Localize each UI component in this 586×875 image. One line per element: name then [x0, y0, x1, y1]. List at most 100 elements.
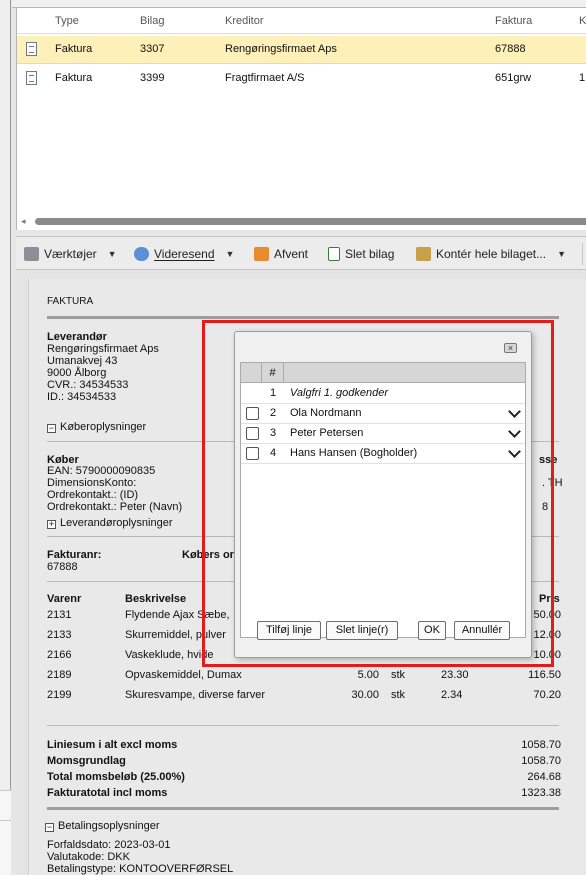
left-frame-strip: [0, 0, 11, 875]
supplier-line: CVR.: 34534533: [47, 379, 129, 391]
chevron-down-icon[interactable]: [508, 445, 521, 458]
delete-document-label: Slet bilag: [345, 247, 395, 261]
horizontal-scrollbar[interactable]: ◂: [17, 216, 586, 226]
add-line-button[interactable]: Tilføj linje: [257, 621, 321, 640]
payment-line: Betalingstype: KONTOOVERFØRSEL: [47, 863, 234, 875]
invoice-list: Type Bilag Kreditor Faktura K Faktura 33…: [16, 8, 586, 230]
scroll-left-arrow-icon[interactable]: ◂: [21, 216, 26, 227]
forward-icon: [134, 247, 149, 261]
approver-row: 1 Valgfri 1. godkender: [241, 384, 525, 404]
supplier-line: ID.: 34534533: [47, 391, 117, 403]
payment-info-toggle[interactable]: − Betalingsoplysninger: [45, 820, 160, 832]
line-description: Flydende Ajax Sæbe,: [125, 609, 230, 621]
delete-lines-button[interactable]: Slet linje(r): [326, 621, 398, 640]
column-header-kreditor[interactable]: Kreditor: [225, 15, 264, 27]
supplier-line: 9000 Ålborg: [47, 367, 107, 379]
address-label-fragment: sse: [539, 454, 558, 466]
reject-button[interactable]: Afvent: [254, 245, 308, 263]
chevron-down-icon[interactable]: [508, 405, 521, 418]
line-quantity: 5.00: [357, 669, 379, 681]
line-item-number: 2131: [47, 609, 72, 621]
approver-row[interactable]: 4 Hans Hansen (Bogholder): [241, 444, 525, 464]
approver-row[interactable]: 3 Peter Petersen: [241, 424, 525, 444]
invoice-row[interactable]: Faktura 3307 Rengøringsfirmaet Aps 67888: [17, 36, 586, 64]
approver-select[interactable]: Ola Nordmann: [290, 407, 362, 419]
supplier-line: Rengøringsfirmaet Aps: [47, 343, 159, 355]
column-item-number: Varenr: [47, 593, 82, 605]
supplier-line: Umanakvej 43: [47, 355, 118, 367]
toolbar-separator: [582, 243, 583, 265]
top-frame-bar: [12, 0, 586, 8]
ok-button[interactable]: OK: [418, 621, 446, 640]
approver-row[interactable]: 2 Ola Nordmann: [241, 404, 525, 424]
document-icon: [26, 71, 37, 85]
approver-checkbox[interactable]: [246, 427, 259, 440]
line-unit: stk: [391, 689, 406, 701]
row-faktura: 67888: [495, 43, 526, 55]
invoice-heading: FAKTURA: [47, 296, 94, 307]
totals-label: Total momsbeløb (25.00%): [47, 771, 185, 783]
buyer-line: Ordrekontakt.: Peter (Navn): [47, 501, 183, 513]
line-description: Skurremiddel, pulver: [125, 629, 226, 641]
post-document-button[interactable]: Kontér hele bilaget... ▼: [416, 245, 566, 263]
buyer-info-toggle[interactable]: − Køberoplysninger: [47, 421, 146, 433]
approver-select[interactable]: Hans Hansen (Bogholder): [290, 447, 417, 459]
delete-document-button[interactable]: Slet bilag: [328, 245, 394, 263]
buyer-line: DimensionsKonto:: [47, 477, 137, 489]
column-number-header: #: [262, 363, 284, 383]
chevron-down-icon: ▼: [225, 249, 235, 259]
approver-checkbox[interactable]: [246, 447, 259, 460]
column-description: Beskrivelse: [125, 593, 187, 605]
column-header-type[interactable]: Type: [55, 15, 79, 27]
totals-label: Momsgrundlag: [47, 755, 126, 767]
chevron-down-icon[interactable]: [508, 425, 521, 438]
approver-checkbox[interactable]: [246, 407, 259, 420]
row-kreditor: Rengøringsfirmaet Aps: [225, 43, 337, 55]
chevron-down-icon: ▼: [557, 249, 566, 259]
totals-value: 1323.38: [521, 787, 561, 799]
document-icon: [26, 42, 37, 56]
approver-select[interactable]: Peter Petersen: [290, 427, 363, 439]
line-description: Skuresvampe, diverse farver: [125, 689, 265, 701]
approver-row-number: 3: [269, 427, 277, 439]
row-faktura: 651grw: [495, 72, 532, 84]
approver-dialog: × # 1 Valgfri 1. godkender 2 Ola Nordman…: [234, 331, 532, 658]
line-quantity: 30.00: [351, 689, 379, 701]
column-header-k[interactable]: K: [579, 15, 586, 27]
forward-menu-button[interactable]: Videresend ▼: [134, 245, 234, 263]
buyer-line: EAN: 5790000090835: [47, 465, 156, 477]
forward-label: Videresend: [154, 247, 215, 261]
tools-label: Værktøjer: [44, 247, 97, 261]
payment-line: Valutakode: DKK: [47, 851, 130, 863]
line-item-number: 2199: [47, 689, 72, 701]
scrollbar-thumb[interactable]: [35, 218, 586, 225]
totals-value: 264.68: [527, 771, 561, 783]
totals-value: 1058.70: [521, 755, 561, 767]
action-toolbar: Værktøjer ▼ Videresend ▼ Afvent Slet bil…: [16, 236, 586, 270]
approver-row-number: 1: [269, 387, 277, 399]
approver-table: # 1 Valgfri 1. godkender 2 Ola Nordmann …: [240, 362, 526, 638]
supplier-info-toggle[interactable]: + Leverandøroplysninger: [47, 517, 173, 529]
buyer-line: Ordrekontakt.: (ID): [47, 489, 139, 501]
invoice-row[interactable]: Faktura 3399 Fragtfirmaet A/S 651grw 1: [17, 65, 586, 93]
row-k: 1: [579, 72, 586, 84]
line-amount: 116.50: [528, 669, 561, 681]
tools-menu-button[interactable]: Værktøjer ▼: [24, 245, 117, 263]
payment-line: Forfaldsdato: 2023-03-01: [47, 839, 171, 851]
approver-table-header: #: [241, 363, 525, 383]
line-description: Opvaskemiddel, Dumax: [125, 669, 242, 681]
row-bilag: 3399: [140, 72, 165, 84]
column-header-faktura[interactable]: Faktura: [495, 15, 532, 27]
line-item-number: 2189: [47, 669, 72, 681]
collapse-icon: −: [47, 423, 56, 433]
totals-label: Fakturatotal incl moms: [47, 787, 168, 799]
post-document-label: Kontér hele bilaget...: [436, 247, 547, 261]
buyer-order-label: Købers or: [182, 549, 234, 561]
line-unit: stk: [391, 669, 406, 681]
column-price: Pris: [539, 593, 560, 605]
column-header-bilag[interactable]: Bilag: [140, 15, 164, 27]
close-icon[interactable]: ×: [504, 343, 517, 353]
approver-name: Valgfri 1. godkender: [290, 387, 389, 399]
cancel-button[interactable]: Annullér: [454, 621, 510, 640]
line-unit-price: 23.30: [441, 669, 469, 681]
